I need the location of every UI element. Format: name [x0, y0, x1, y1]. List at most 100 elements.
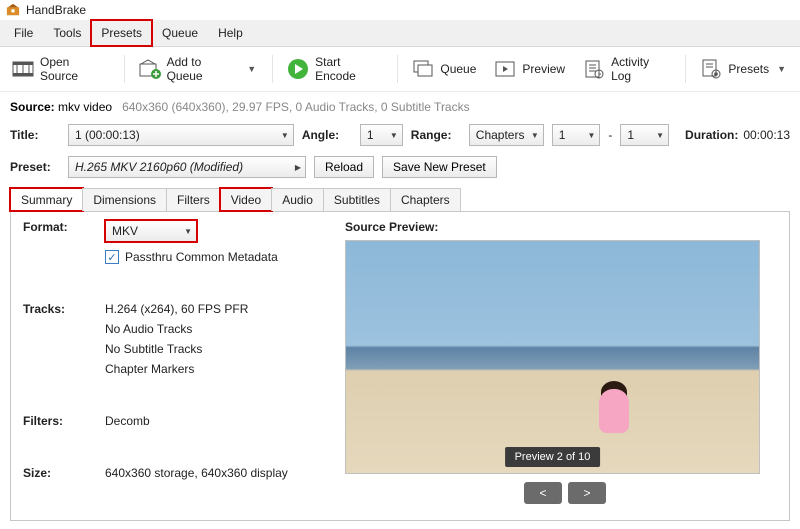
- range-to-select[interactable]: 1▼: [620, 124, 669, 146]
- tab-filters[interactable]: Filters: [166, 188, 221, 211]
- preview-next-button[interactable]: >: [568, 482, 606, 504]
- chevron-down-icon: ▼: [588, 131, 596, 140]
- tab-summary[interactable]: Summary: [10, 188, 83, 211]
- preset-value: H.265 MKV 2160p60 (Modified): [75, 160, 243, 174]
- app-title: HandBrake: [26, 3, 86, 17]
- summary-body: Format: MKV▼ ✓ Passthru Common Metadata …: [10, 212, 790, 521]
- angle-value: 1: [367, 128, 374, 142]
- app-logo-icon: [6, 3, 20, 17]
- angle-label: Angle:: [302, 128, 352, 142]
- tabs: Summary Dimensions Filters Video Audio S…: [10, 188, 790, 212]
- tab-audio[interactable]: Audio: [271, 188, 324, 211]
- add-queue-button[interactable]: Add to Queue ▼: [135, 53, 263, 85]
- add-queue-label: Add to Queue: [167, 55, 240, 83]
- main-panel: Source: mkv video 640x360 (640x360), 29.…: [0, 92, 800, 529]
- chevron-down-icon: ▼: [531, 131, 539, 140]
- range-to-value: 1: [627, 128, 634, 142]
- separator: [272, 55, 273, 83]
- track-value: H.264 (x264), 60 FPS PFR: [105, 302, 315, 316]
- activity-log-button[interactable]: Activity Log: [579, 53, 675, 85]
- add-queue-icon: [139, 58, 161, 80]
- tab-chapters[interactable]: Chapters: [390, 188, 461, 211]
- queue-icon: [412, 58, 434, 80]
- chevron-down-icon: ▼: [656, 131, 664, 140]
- chevron-right-icon: ▶: [295, 163, 301, 172]
- menu-tools[interactable]: Tools: [43, 20, 91, 46]
- chevron-down-icon: ▼: [390, 131, 398, 140]
- source-line: Source: mkv video 640x360 (640x360), 29.…: [10, 100, 790, 114]
- source-name: mkv video: [58, 100, 112, 114]
- activity-log-label: Activity Log: [611, 55, 671, 83]
- duration-label: Duration:: [685, 128, 735, 142]
- size-value: 640x360 storage, 640x360 display: [105, 466, 315, 504]
- range-from-select[interactable]: 1▼: [552, 124, 601, 146]
- preset-label: Preset:: [10, 160, 60, 174]
- track-value: No Subtitle Tracks: [105, 342, 315, 356]
- range-sep: -: [608, 128, 612, 142]
- reload-button[interactable]: Reload: [314, 156, 374, 178]
- summary-right: Source Preview: Preview 2 of 10 < >: [345, 220, 785, 504]
- track-value: No Audio Tracks: [105, 322, 315, 336]
- log-icon: [583, 58, 605, 80]
- source-label: Source:: [10, 100, 55, 114]
- preview-image-content: [599, 389, 629, 433]
- format-select[interactable]: MKV ▼: [105, 220, 197, 242]
- passthru-label: Passthru Common Metadata: [125, 250, 278, 264]
- open-source-label: Open Source: [40, 55, 110, 83]
- preview-label: Preview: [522, 62, 565, 76]
- filters-value: Decomb: [105, 414, 315, 452]
- save-new-preset-button[interactable]: Save New Preset: [382, 156, 497, 178]
- presets-button[interactable]: Presets ▼: [696, 56, 792, 82]
- start-encode-button[interactable]: Start Encode: [283, 53, 387, 85]
- source-details: 640x360 (640x360), 29.97 FPS, 0 Audio Tr…: [122, 100, 470, 114]
- separator: [685, 55, 686, 83]
- angle-select[interactable]: 1▼: [360, 124, 403, 146]
- preset-row: Preset: H.265 MKV 2160p60 (Modified) ▶ Re…: [10, 156, 790, 178]
- source-preview[interactable]: Preview 2 of 10: [345, 240, 760, 474]
- format-value: MKV: [112, 224, 138, 238]
- separator: [124, 55, 125, 83]
- size-label: Size:: [23, 466, 93, 504]
- preview-pager: < >: [345, 482, 785, 504]
- source-preview-label: Source Preview:: [345, 220, 785, 234]
- menubar: File Tools Presets Queue Help: [0, 20, 800, 47]
- open-source-button[interactable]: Open Source: [8, 53, 114, 85]
- range-from-value: 1: [559, 128, 566, 142]
- range-label: Range:: [411, 128, 461, 142]
- duration-value: 00:00:13: [743, 128, 790, 142]
- presets-icon: [700, 58, 722, 80]
- tab-subtitles[interactable]: Subtitles: [323, 188, 391, 211]
- chevron-down-icon[interactable]: ▼: [245, 64, 258, 74]
- tab-video[interactable]: Video: [220, 188, 272, 211]
- range-type-select[interactable]: Chapters ▼: [469, 124, 544, 146]
- format-label: Format:: [23, 220, 93, 288]
- menu-help[interactable]: Help: [208, 20, 253, 46]
- play-icon: [287, 58, 309, 80]
- filters-label: Filters:: [23, 414, 93, 452]
- queue-label: Queue: [440, 62, 476, 76]
- preview-icon: [494, 58, 516, 80]
- title-row: Title: 1 (00:00:13)▼ Angle: 1▼ Range: Ch…: [10, 124, 790, 146]
- title-label: Title:: [10, 128, 60, 142]
- chevron-down-icon[interactable]: ▼: [775, 64, 788, 74]
- range-type-value: Chapters: [476, 128, 525, 142]
- passthru-checkbox[interactable]: ✓: [105, 250, 119, 264]
- film-icon: [12, 58, 34, 80]
- menu-file[interactable]: File: [4, 20, 43, 46]
- preview-button[interactable]: Preview: [490, 56, 569, 82]
- tab-dimensions[interactable]: Dimensions: [82, 188, 167, 211]
- title-select[interactable]: 1 (00:00:13)▼: [68, 124, 294, 146]
- menu-presets[interactable]: Presets: [91, 20, 152, 46]
- preset-select[interactable]: H.265 MKV 2160p60 (Modified) ▶: [68, 156, 306, 178]
- chevron-down-icon: ▼: [184, 227, 192, 236]
- queue-button[interactable]: Queue: [408, 56, 480, 82]
- titlebar: HandBrake: [0, 0, 800, 20]
- summary-left: Format: MKV▼ ✓ Passthru Common Metadata …: [15, 220, 315, 504]
- presets-label: Presets: [728, 62, 769, 76]
- preview-badge: Preview 2 of 10: [505, 447, 601, 467]
- start-encode-label: Start Encode: [315, 55, 383, 83]
- menu-queue[interactable]: Queue: [152, 20, 208, 46]
- tracks-label: Tracks:: [23, 302, 93, 400]
- tracks-list: H.264 (x264), 60 FPS PFR No Audio Tracks…: [105, 302, 315, 400]
- preview-prev-button[interactable]: <: [524, 482, 562, 504]
